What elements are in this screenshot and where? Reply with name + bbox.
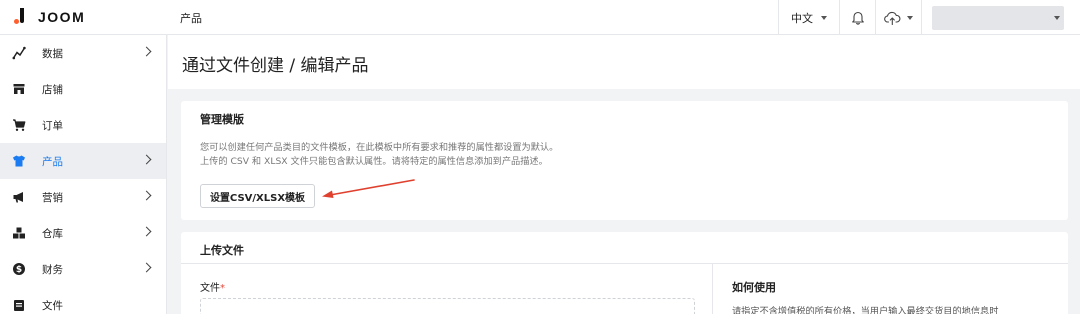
boxes-icon [12, 226, 26, 240]
chevron-right-icon [141, 190, 152, 201]
page-header: 通过文件创建 / 编辑产品 [168, 35, 1080, 89]
sidebar-item-label: 文件 [42, 299, 63, 312]
joom-logo[interactable]: JOOM [14, 8, 85, 26]
sidebar-item-label: 财务 [42, 263, 63, 276]
sidebar-item-label: 产品 [42, 155, 63, 168]
top-bar-title: 产品 [180, 12, 202, 25]
chevron-down-icon [1054, 15, 1060, 20]
upload-menu-button[interactable] [875, 0, 921, 35]
cart-icon [12, 118, 26, 132]
chevron-right-icon [141, 154, 152, 165]
sidebar-item-label: 营销 [42, 191, 63, 204]
upload-file-card: 上传文件 文件* 如何使用 请指定不含增值税的所有价格，当用户输入最终交货目的地… [181, 232, 1068, 314]
manage-templates-description-line-2: 上传的 CSV 和 XLSX 文件只能包含默认属性。请将特定的属性信息添加到产品… [200, 156, 548, 167]
dollar-icon: $ [12, 262, 26, 276]
how-to-use-title: 如何使用 [732, 281, 776, 294]
cloud-upload-icon [884, 11, 901, 25]
sidebar-item-warehouse[interactable]: 仓库 [0, 215, 166, 251]
page-title: 通过文件创建 / 编辑产品 [182, 56, 369, 76]
manage-templates-description-line-1: 您可以创建任何产品类目的文件模板，在此模板中所有要求和推荐的属性都设置为默认。 [200, 142, 559, 153]
upload-file-title: 上传文件 [200, 244, 244, 257]
bell-icon [851, 11, 864, 25]
manage-templates-card: 管理模版 您可以创建任何产品类目的文件模板，在此模板中所有要求和推荐的属性都设置… [181, 101, 1068, 220]
store-icon [12, 82, 26, 96]
sidebar: 数据 店铺 订单 产品 营销 仓库 $ 财务 文件 [0, 35, 167, 314]
sidebar-item-store[interactable]: 店铺 [0, 71, 166, 107]
divider [712, 264, 713, 314]
sidebar-item-label: 数据 [42, 47, 63, 60]
required-mark: * [220, 283, 225, 294]
sidebar-item-files[interactable]: 文件 [0, 287, 166, 314]
top-bar: JOOM 产品 中文 [0, 0, 1080, 35]
logo-mark-icon [14, 8, 26, 26]
chart-line-icon [12, 46, 26, 60]
notifications-button[interactable] [839, 0, 875, 35]
sidebar-item-label: 订单 [42, 119, 63, 132]
setup-csv-xlsx-template-button[interactable]: 设置CSV/XLSX模板 [200, 184, 315, 208]
sidebar-item-products[interactable]: 产品 [0, 143, 166, 179]
sidebar-item-label: 仓库 [42, 227, 63, 240]
logo-text: JOOM [38, 9, 86, 25]
how-to-use-text: 请指定不含增值税的所有价格，当用户输入最终交货目的地信息时 [732, 306, 999, 314]
megaphone-icon [12, 190, 26, 204]
language-selector[interactable]: 中文 [778, 0, 839, 35]
file-drop-zone[interactable] [200, 298, 695, 314]
sidebar-item-marketing[interactable]: 营销 [0, 179, 166, 215]
file-icon [12, 298, 26, 312]
annotation-arrow-icon [322, 179, 415, 198]
sidebar-item-finance[interactable]: $ 财务 [0, 251, 166, 287]
chevron-down-icon [907, 15, 913, 20]
account-name-field[interactable] [932, 5, 1064, 30]
tshirt-icon [12, 154, 26, 168]
svg-text:$: $ [16, 265, 22, 275]
chevron-right-icon [141, 226, 152, 237]
manage-templates-title: 管理模版 [200, 113, 244, 126]
language-label: 中文 [791, 11, 813, 25]
chevron-right-icon [141, 46, 152, 57]
chevron-down-icon [821, 15, 827, 20]
sidebar-item-orders[interactable]: 订单 [0, 107, 166, 143]
sidebar-item-label: 店铺 [42, 83, 63, 96]
divider [181, 263, 1068, 264]
chevron-right-icon [141, 262, 152, 273]
account-selector[interactable] [921, 0, 1080, 35]
sidebar-item-data[interactable]: 数据 [0, 35, 166, 71]
file-field-label: 文件* [200, 283, 225, 294]
